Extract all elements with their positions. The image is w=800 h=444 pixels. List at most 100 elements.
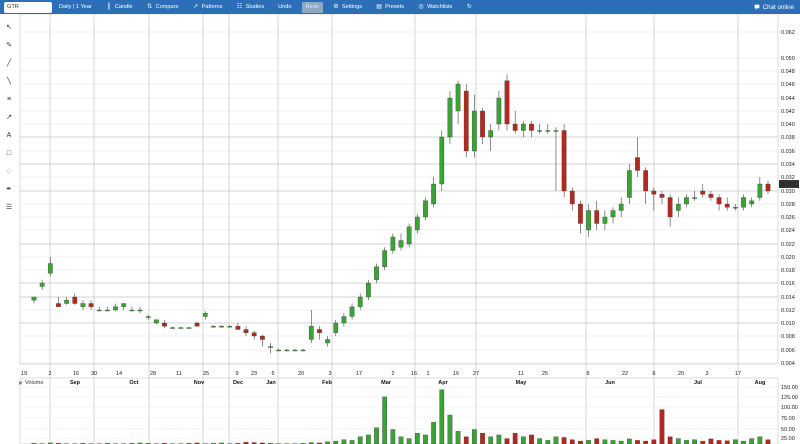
candle[interactable] — [194, 321, 200, 327]
candle[interactable] — [153, 319, 159, 325]
candle[interactable] — [341, 313, 347, 327]
candle[interactable] — [659, 191, 665, 204]
candle[interactable] — [357, 293, 363, 311]
candle[interactable] — [463, 84, 469, 158]
candle[interactable] — [219, 324, 224, 328]
candle[interactable] — [349, 303, 355, 320]
candle[interactable] — [113, 303, 118, 312]
candle[interactable] — [406, 223, 412, 248]
candle[interactable] — [586, 204, 591, 237]
candle[interactable] — [684, 194, 689, 208]
candle[interactable] — [251, 330, 257, 340]
candle[interactable] — [667, 194, 673, 227]
price-chart[interactable]: 0.062 0.050 0.048 0.046 0.044 0.042 0.040 0.038… — [0, 14, 800, 444]
candle[interactable] — [64, 297, 69, 305]
symbol-input[interactable] — [4, 1, 52, 13]
candle[interactable] — [292, 348, 298, 352]
candle[interactable] — [382, 247, 388, 270]
close-icon[interactable]: ✕ — [18, 380, 23, 387]
candle[interactable] — [708, 191, 714, 201]
candle[interactable] — [56, 297, 61, 307]
candle[interactable] — [561, 124, 567, 198]
settings-button[interactable]: ⚙ Settings — [326, 0, 369, 14]
candle[interactable] — [276, 348, 282, 352]
candle[interactable] — [447, 91, 453, 144]
candle[interactable] — [423, 197, 428, 221]
candle[interactable] — [512, 111, 518, 134]
candle[interactable] — [260, 334, 265, 347]
candle[interactable] — [602, 210, 608, 231]
chat-online-button[interactable]: Chat online — [748, 4, 800, 11]
candle[interactable] — [325, 336, 330, 347]
candle[interactable] — [716, 194, 722, 211]
candle[interactable] — [439, 130, 445, 192]
candle[interactable] — [610, 207, 616, 224]
candle[interactable] — [635, 137, 640, 177]
patterns-button[interactable]: ↗ Patterns — [186, 0, 230, 14]
candle[interactable] — [88, 300, 94, 310]
candle[interactable] — [129, 306, 135, 312]
watchlists-button[interactable]: ◎ Watchlists — [411, 0, 459, 14]
candle[interactable] — [186, 326, 192, 329]
candle[interactable] — [504, 74, 510, 131]
candle[interactable] — [692, 191, 697, 201]
candle[interactable] — [537, 124, 542, 134]
candle[interactable] — [227, 324, 233, 328]
candle[interactable] — [488, 124, 494, 151]
candle[interactable] — [317, 326, 322, 340]
candle[interactable] — [455, 80, 461, 124]
candle[interactable] — [496, 91, 502, 131]
candle[interactable] — [121, 303, 127, 311]
candle[interactable] — [749, 197, 755, 208]
candle[interactable] — [618, 197, 624, 218]
candle[interactable] — [268, 343, 273, 354]
candle[interactable] — [31, 296, 37, 304]
candle[interactable] — [162, 319, 167, 329]
candle[interactable] — [39, 279, 45, 290]
candle[interactable] — [105, 306, 110, 312]
candle[interactable] — [594, 200, 600, 230]
candle[interactable] — [569, 187, 575, 211]
candle[interactable] — [741, 194, 746, 211]
candle[interactable] — [202, 311, 208, 320]
candle[interactable] — [178, 326, 184, 329]
candle[interactable] — [300, 348, 306, 352]
undo-button[interactable]: Undo — [271, 0, 298, 14]
candle[interactable] — [724, 197, 730, 211]
candle[interactable] — [72, 293, 78, 305]
candle[interactable] — [651, 187, 657, 211]
period-button[interactable]: Daily | 1 Year — [52, 0, 99, 14]
compare-button[interactable]: ⇅ Compare — [140, 0, 186, 14]
candle[interactable] — [137, 306, 143, 314]
candle[interactable] — [170, 326, 175, 329]
candle[interactable] — [398, 233, 404, 251]
candle[interactable] — [480, 107, 485, 144]
candle[interactable] — [243, 326, 249, 336]
candle[interactable] — [431, 177, 436, 208]
candle[interactable] — [80, 300, 86, 310]
candle[interactable] — [374, 263, 379, 284]
candle[interactable] — [390, 233, 396, 254]
candle[interactable] — [757, 177, 763, 201]
refresh-button[interactable]: ↻ — [459, 0, 479, 14]
candle[interactable] — [47, 257, 53, 277]
candle-button[interactable]: ┃ Candle — [99, 0, 140, 14]
candle[interactable] — [627, 164, 632, 204]
candle[interactable] — [529, 120, 534, 137]
candle[interactable] — [733, 204, 738, 211]
redo-button[interactable]: Redo — [301, 1, 323, 13]
candle[interactable] — [643, 167, 649, 204]
candle[interactable] — [765, 180, 771, 195]
candle[interactable] — [578, 200, 583, 234]
candle[interactable] — [145, 315, 151, 320]
candle[interactable] — [96, 306, 102, 312]
studies-button[interactable]: ☷ Studies — [229, 0, 271, 14]
candle[interactable] — [284, 348, 290, 352]
presets-button[interactable]: ▤ Presets — [369, 0, 411, 14]
candle[interactable] — [675, 197, 681, 218]
candle[interactable] — [308, 310, 314, 343]
candle[interactable] — [333, 319, 339, 336]
candle[interactable] — [545, 124, 551, 134]
candle[interactable] — [520, 120, 526, 137]
candle[interactable] — [235, 323, 241, 330]
